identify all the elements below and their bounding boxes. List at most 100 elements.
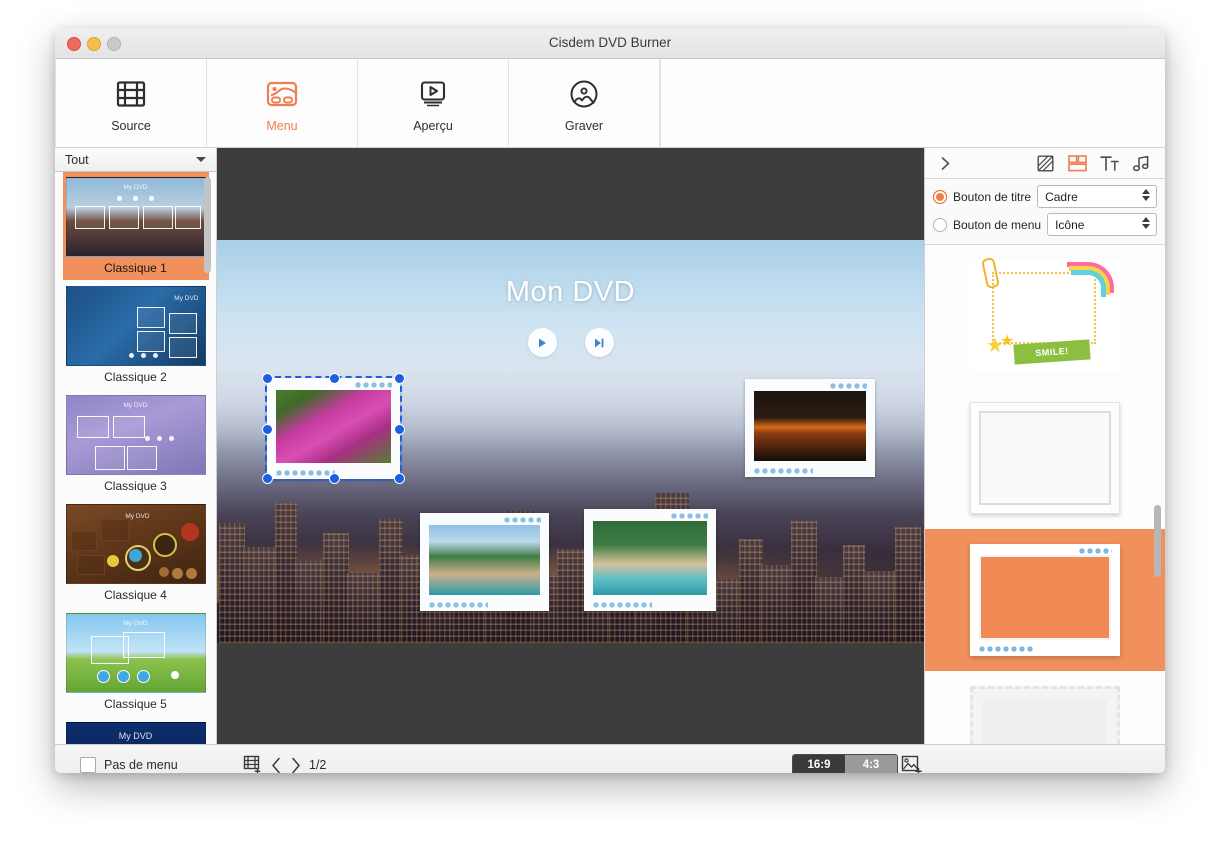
smile-ribbon-label: SMILE! (1013, 339, 1090, 364)
toolbar-label-burn: Graver (565, 119, 603, 133)
title-button-label: Bouton de titre (953, 190, 1031, 204)
main-toolbar: Source Menu (55, 59, 1165, 148)
no-menu-label: Pas de menu (104, 758, 178, 772)
template-thumbnail: My DVD (66, 286, 206, 366)
photo-image (276, 390, 391, 463)
title-button-radio[interactable] (933, 190, 947, 204)
photo-image (754, 391, 866, 461)
template-item-classique-5[interactable]: My DVD Classique 5 (63, 607, 209, 716)
template-scrollbar[interactable] (205, 172, 214, 744)
photo-frame-beach-1[interactable] (420, 513, 549, 611)
page-navigation: 1/2 (243, 755, 326, 773)
category-value: Tout (55, 153, 89, 167)
frame-preview: ★ ★ SMILE! (970, 260, 1120, 372)
frame-item-lace[interactable] (925, 529, 1165, 671)
photo-frame-sunset[interactable] (745, 379, 875, 477)
star-icon: ★ (1000, 334, 1014, 350)
category-dropdown[interactable]: Tout (55, 148, 216, 172)
next-page-button[interactable] (290, 757, 301, 774)
title-button-style-stepper[interactable]: Cadre (1037, 185, 1157, 208)
no-menu-checkbox[interactable] (80, 757, 96, 773)
film-strip-icon (116, 74, 146, 114)
template-item-my-dvd[interactable]: My DVD (63, 716, 209, 744)
lace-decoration-icon (428, 601, 488, 608)
dvd-title-text[interactable]: Mon DVD (217, 276, 924, 309)
background-tab[interactable] (1029, 150, 1061, 176)
frame-preview (970, 402, 1120, 514)
template-thumb-title: My DVD (67, 731, 205, 741)
menu-button-style-stepper[interactable]: Icône (1047, 213, 1157, 236)
template-thumbnail: My DVD (66, 722, 206, 744)
text-tab[interactable] (1093, 150, 1125, 176)
menu-button-label: Bouton de menu (953, 218, 1041, 232)
properties-panel: Bouton de titre Cadre Bouton de menu Icô… (924, 148, 1165, 744)
frame-preview (970, 544, 1120, 656)
template-item-classique-3[interactable]: My DVD Classique 3 (63, 389, 209, 498)
toolbar-label-preview: Aperçu (413, 119, 453, 133)
template-thumb-title: My DVD (67, 620, 205, 627)
frame-item-plain-white[interactable] (925, 387, 1165, 529)
toolbar-item-burn[interactable]: Graver (509, 59, 660, 147)
photo-image (429, 525, 540, 595)
toolbar-label-source: Source (111, 119, 151, 133)
photo-frame-beach-2[interactable] (584, 509, 716, 611)
music-tab[interactable] (1125, 150, 1157, 176)
aspect-ratio-4-3[interactable]: 4:3 (845, 755, 897, 773)
title-button-option-row[interactable]: Bouton de titre Cadre (933, 185, 1157, 208)
next-button[interactable] (585, 328, 614, 357)
toolbar-item-menu[interactable]: Menu (207, 59, 358, 147)
menu-canvas[interactable]: Mon DVD (217, 240, 924, 643)
panel-collapse-button[interactable] (933, 156, 957, 171)
frames-tab[interactable] (1061, 150, 1093, 176)
template-label: Classique 2 (63, 366, 209, 389)
template-list[interactable]: My DVD Classique 1 My DVD (55, 172, 216, 744)
menu-preview-area[interactable]: Mon DVD (217, 148, 924, 744)
add-film-icon[interactable] (243, 755, 263, 773)
stepper-arrows-icon[interactable] (1142, 217, 1150, 229)
play-icon (536, 337, 548, 349)
play-button[interactable] (528, 328, 557, 357)
lace-decoration-icon (978, 645, 1034, 652)
properties-tabbar (925, 148, 1165, 179)
lace-decoration-icon (670, 512, 708, 519)
lace-decoration-icon (753, 467, 813, 474)
prev-page-button[interactable] (271, 757, 282, 774)
app-window: Cisdem DVD Burner Source (55, 28, 1165, 773)
button-style-options: Bouton de titre Cadre Bouton de menu Icô… (925, 179, 1165, 245)
aspect-ratio-toggle[interactable]: 16:9 4:3 (792, 754, 898, 773)
lace-decoration-icon (592, 601, 652, 608)
no-menu-checkbox-row[interactable]: Pas de menu (80, 757, 178, 773)
aspect-ratio-16-9[interactable]: 16:9 (793, 755, 845, 773)
template-label: Classique 4 (63, 584, 209, 607)
template-thumb-title: My DVD (67, 402, 205, 409)
toolbar-label-menu: Menu (266, 119, 297, 133)
frame-list-scrollbar-thumb[interactable] (1154, 505, 1161, 577)
template-item-classique-1[interactable]: My DVD Classique 1 (63, 172, 209, 280)
template-sidebar: Tout My DVD Classique (55, 148, 217, 744)
menu-button-style-value: Icône (1048, 218, 1084, 232)
status-bar: Pas de menu (55, 744, 1165, 773)
template-scrollbar-thumb[interactable] (204, 177, 211, 273)
layout-grid-icon (1068, 155, 1087, 172)
main-body: Tout My DVD Classique (55, 148, 1165, 744)
frame-style-list[interactable]: ★ ★ SMILE! (925, 245, 1165, 744)
template-thumbnail: My DVD (66, 613, 206, 693)
menu-button-radio[interactable] (933, 218, 947, 232)
add-image-button[interactable] (901, 755, 923, 774)
toolbar-item-source[interactable]: Source (55, 59, 207, 147)
music-note-icon (1132, 155, 1150, 172)
toolbar-item-preview[interactable]: Aperçu (358, 59, 509, 147)
photo-frame-flowers[interactable] (267, 378, 400, 479)
burn-disc-icon (569, 74, 599, 114)
frame-item-smile-rainbow[interactable]: ★ ★ SMILE! (925, 245, 1165, 387)
template-label: Classique 5 (63, 693, 209, 716)
template-item-classique-4[interactable]: My DVD Classique 4 (63, 498, 209, 607)
stepper-arrows-icon[interactable] (1142, 189, 1150, 201)
lace-decoration-icon (354, 381, 392, 388)
skip-next-icon (593, 337, 605, 349)
chevron-down-icon (196, 157, 206, 162)
frame-item-stamp[interactable] (925, 671, 1165, 744)
template-item-classique-2[interactable]: My DVD Classique 2 (63, 280, 209, 389)
template-label: Classique 1 (63, 257, 209, 280)
menu-button-option-row[interactable]: Bouton de menu Icône (933, 213, 1157, 236)
